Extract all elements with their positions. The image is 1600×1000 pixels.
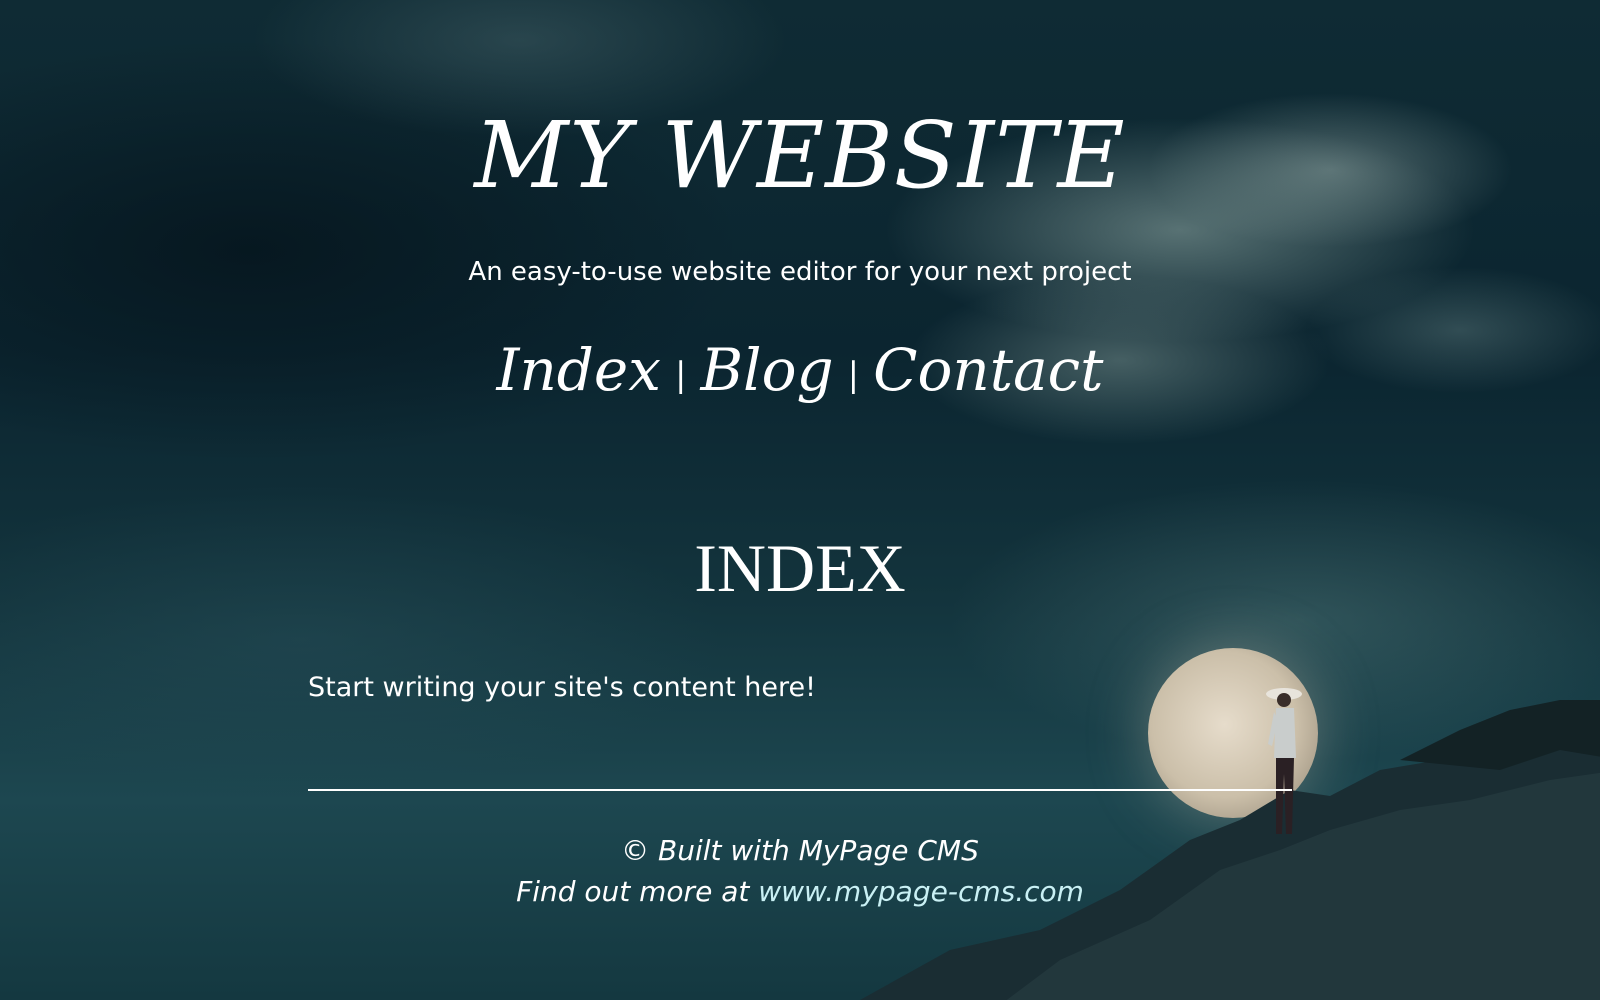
page-container: MY WEBSITE An easy-to-use website editor… <box>0 0 1600 1000</box>
site-title: MY WEBSITE <box>474 102 1126 209</box>
nav-link-index[interactable]: Index <box>497 336 661 404</box>
site-tagline: An easy-to-use website editor for your n… <box>468 257 1132 287</box>
nav-link-blog[interactable]: Blog <box>700 336 833 404</box>
main-navigation: Index | Blog | Contact <box>0 330 1600 415</box>
footer-divider <box>308 789 1292 791</box>
page-content-text: Start writing your site's content here! <box>308 672 816 703</box>
page-heading: INDEX <box>694 530 906 606</box>
nav-link-contact[interactable]: Contact <box>873 336 1103 404</box>
site-footer: © Built with MyPage CMS Find out more at… <box>0 830 1600 912</box>
footer-find-more-text: Find out more at <box>516 875 759 908</box>
footer-cms-link[interactable]: www.mypage-cms.com <box>758 875 1084 908</box>
footer-find-more: Find out more at www.mypage-cms.com <box>0 871 1600 912</box>
nav-separator: | <box>847 354 860 395</box>
footer-credit: © Built with MyPage CMS <box>621 834 979 867</box>
nav-separator: | <box>674 354 687 395</box>
